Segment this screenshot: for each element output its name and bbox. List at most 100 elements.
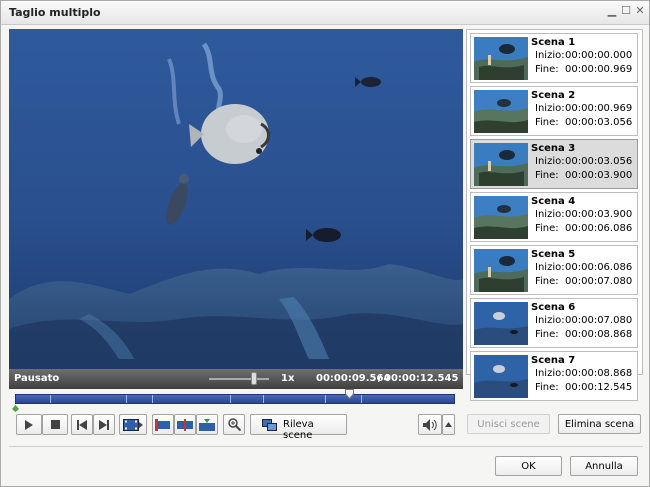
- detect-scenes-label: Rileva scene: [283, 419, 314, 441]
- scene-end-label: Fine:: [535, 223, 559, 234]
- split-icon: [177, 418, 193, 431]
- scene-start-time: 00:00:07.080: [565, 315, 633, 326]
- scene-item[interactable]: Scena 6 Inizio: 00:00:07.080 Fine: 00:00:08.…: [470, 298, 638, 348]
- timeline-scene-mark: [230, 395, 231, 403]
- dialog-separator: [9, 446, 643, 447]
- stop-icon: [50, 420, 60, 429]
- skip-forward-icon: [99, 419, 109, 430]
- scene-title: Scena 5: [531, 249, 576, 260]
- film-strip-icon: [123, 418, 143, 431]
- scene-item[interactable]: Scena 2 Inizio: 00:00:00.969 Fine: 00:00:03.…: [470, 86, 638, 136]
- scene-start-label: Inizio:: [535, 50, 565, 61]
- scene-title: Scena 6: [531, 302, 576, 313]
- timeline-playhead[interactable]: [345, 389, 354, 399]
- ok-button[interactable]: OK: [495, 456, 562, 476]
- marker-down-icon: [199, 418, 215, 431]
- scene-start-time: 00:00:03.900: [565, 209, 633, 220]
- player-status-bar: Pausato 1x 00:00:09.564 / 00:00:12.545: [9, 369, 463, 389]
- volume-menu-button[interactable]: [442, 414, 455, 435]
- timeline-scene-mark: [126, 395, 127, 403]
- scene-start-label: Inizio:: [535, 209, 565, 220]
- scene-item[interactable]: Scena 4 Inizio: 00:00:03.900 Fine: 00:00:06.…: [470, 192, 638, 242]
- scene-list[interactable]: Scena 1 Inizio: 00:00:00.000 Fine: 00:00:00.…: [466, 29, 643, 401]
- scene-title: Scena 1: [531, 37, 576, 48]
- start-marker-icon: [12, 405, 19, 412]
- timeline-scene-mark: [325, 395, 326, 403]
- scene-start-label: Inizio:: [535, 368, 565, 379]
- scene-end-label: Fine:: [535, 382, 559, 393]
- playback-status: Pausato: [14, 373, 60, 384]
- scene-start-label: Inizio:: [535, 262, 565, 273]
- speaker-icon: [423, 418, 437, 431]
- scene-start-label: Inizio:: [535, 103, 565, 114]
- scene-thumbnail: [474, 249, 528, 292]
- cancel-label: Annulla: [585, 460, 623, 472]
- add-marker-button[interactable]: [196, 414, 218, 435]
- scene-title: Scena 7: [531, 355, 576, 366]
- frame-button[interactable]: [119, 414, 147, 435]
- title-bar: Taglio multiplo ▁ ☐ ✕: [1, 1, 649, 25]
- scene-thumbnail: [474, 90, 528, 133]
- delete-scene-button[interactable]: Elimina scena: [558, 414, 641, 434]
- scene-end-label: Fine:: [535, 117, 559, 128]
- scene-item[interactable]: Scena 7 Inizio: 00:00:08.868 Fine: 00:00:12.…: [470, 351, 638, 401]
- scene-end-label: Fine:: [535, 329, 559, 340]
- scene-item[interactable]: Scena 5 Inizio: 00:00:06.086 Fine: 00:00:07.…: [470, 245, 638, 295]
- scene-end-time: 00:00:03.900: [565, 170, 633, 181]
- previous-scene-button[interactable]: [71, 414, 93, 435]
- minimize-icon[interactable]: ▁: [606, 5, 618, 17]
- set-start-button[interactable]: [152, 414, 174, 435]
- scene-end-time: 00:00:06.086: [565, 223, 633, 234]
- next-scene-button[interactable]: [93, 414, 115, 435]
- time-separator: /: [378, 373, 382, 384]
- scene-end-label: Fine:: [535, 64, 559, 75]
- scene-item[interactable]: Scena 3 Inizio: 00:00:03.056 Fine: 00:00:03.…: [470, 139, 638, 189]
- scene-thumbnail: [474, 302, 528, 345]
- detect-scenes-icon: [262, 419, 277, 431]
- zoom-button[interactable]: [223, 414, 245, 435]
- scene-start-time: 00:00:03.056: [565, 156, 633, 167]
- scene-end-time: 00:00:00.969: [565, 64, 633, 75]
- scene-thumbnail: [474, 355, 528, 398]
- magnifier-icon: [227, 418, 241, 431]
- scene-end-label: Fine:: [535, 276, 559, 287]
- window-title: Taglio multiplo: [9, 6, 101, 19]
- stop-button[interactable]: [42, 414, 68, 435]
- scene-thumbnail: [474, 37, 528, 80]
- scene-thumbnail: [474, 143, 528, 186]
- scene-end-label: Fine:: [535, 170, 559, 181]
- merge-scenes-button[interactable]: Unisci scene: [467, 414, 550, 434]
- scene-end-time: 00:00:08.868: [565, 329, 633, 340]
- timeline-scene-mark: [361, 395, 362, 403]
- chevron-up-icon: [445, 422, 452, 427]
- skip-back-icon: [77, 419, 87, 430]
- video-preview[interactable]: [9, 29, 463, 369]
- play-button[interactable]: [16, 414, 42, 435]
- multi-cut-dialog: Taglio multiplo ▁ ☐ ✕ Pausato 1x 00:00:0…: [0, 0, 650, 487]
- split-scene-button[interactable]: [174, 414, 196, 435]
- speed-label: 1x: [281, 373, 295, 384]
- timeline-scene-mark: [152, 395, 153, 403]
- play-icon: [25, 419, 33, 430]
- scene-start-label: Inizio:: [535, 156, 565, 167]
- close-icon[interactable]: ✕: [634, 5, 646, 17]
- scene-item[interactable]: Scena 1 Inizio: 00:00:00.000 Fine: 00:00:00.…: [470, 33, 638, 83]
- ok-label: OK: [521, 460, 536, 472]
- timeline-bar[interactable]: [15, 394, 455, 404]
- scene-end-time: 00:00:07.080: [565, 276, 633, 287]
- scene-start-label: Inizio:: [535, 315, 565, 326]
- scene-end-time: 00:00:03.056: [565, 117, 633, 128]
- maximize-icon[interactable]: ☐: [620, 5, 632, 17]
- cut-start-icon: [155, 418, 170, 431]
- scene-start-time: 00:00:00.000: [565, 50, 633, 61]
- cancel-button[interactable]: Annulla: [570, 456, 638, 476]
- scene-start-time: 00:00:08.868: [565, 368, 633, 379]
- volume-button[interactable]: [418, 414, 442, 435]
- detect-scenes-button[interactable]: Rileva scene: [250, 414, 347, 441]
- scene-start-time: 00:00:06.086: [565, 262, 633, 273]
- delete-scene-label: Elimina scena: [564, 418, 635, 430]
- scene-start-time: 00:00:00.969: [565, 103, 633, 114]
- timeline-scene-mark: [263, 395, 264, 403]
- speed-slider-thumb[interactable]: [251, 372, 257, 385]
- speed-slider-track[interactable]: [209, 378, 269, 380]
